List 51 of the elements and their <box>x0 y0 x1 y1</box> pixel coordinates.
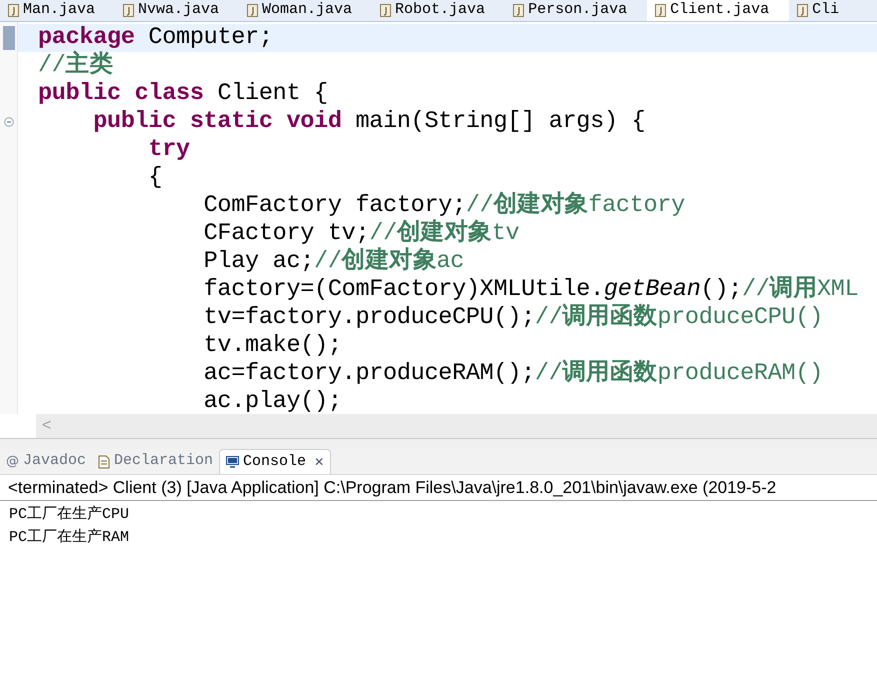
code-text: try <box>147 136 190 163</box>
code-text: ac=factory.produceRAM(); <box>202 360 535 387</box>
code-comment: //调用函数produceRAM() <box>534 360 823 387</box>
collapse-icon[interactable] <box>4 117 14 127</box>
code-text: getBean <box>604 276 701 303</box>
code-comment: //创建对象ac <box>314 248 464 275</box>
code-text: Computer; <box>147 24 273 51</box>
at-icon: @ <box>6 452 19 472</box>
code-text: factory=(ComFactory)XMLUtile. <box>202 276 604 303</box>
code-text: tv=factory.produceCPU(); <box>202 304 535 331</box>
view-tab[interactable]: Console ✕ <box>219 449 332 474</box>
editor-tab[interactable]: Nvwa.java <box>115 0 240 21</box>
code-text: tv.make(); <box>202 332 342 359</box>
code-text: package <box>38 24 135 51</box>
code-text: Play ac; <box>202 248 314 275</box>
code-text: ComFactory factory; <box>202 192 466 219</box>
editor-tab[interactable]: Cli <box>789 0 860 21</box>
document-icon <box>98 454 110 468</box>
code-text: main(String[] args) { <box>354 108 646 135</box>
code-text: { <box>147 164 162 191</box>
code-text: CFactory tv; <box>202 220 370 247</box>
java-file-icon <box>8 4 19 17</box>
marker-icon <box>2 26 14 50</box>
java-file-icon <box>123 4 134 17</box>
editor-tab[interactable]: Person.java <box>505 0 648 21</box>
console-output-line: PC工厂在生产CPU <box>9 504 130 525</box>
java-file-icon <box>797 4 808 17</box>
code-text: Client { <box>216 80 328 107</box>
console-output-line: PC工厂在生产RAM <box>9 528 130 548</box>
java-file-icon <box>380 4 392 17</box>
code-comment: //调用XML <box>742 276 858 303</box>
editor-tab[interactable]: Man.java <box>0 0 116 21</box>
java-file-icon <box>513 4 524 17</box>
java-file-icon <box>247 4 258 17</box>
code-comment: //创建对象tv <box>369 220 520 247</box>
code-comment: //调用函数produceCPU() <box>534 304 823 331</box>
view-tab[interactable]: @ Javadoc <box>0 449 92 474</box>
editor-tab[interactable]: Robot.java <box>372 0 506 21</box>
code-text: ac.play(); <box>202 388 342 414</box>
code-comment: //主类 <box>38 52 114 79</box>
java-file-icon <box>655 4 666 17</box>
code-text: public class <box>38 80 204 107</box>
monitor-icon <box>226 456 240 468</box>
console-header: <terminated> Client (3) [Java Application] C:\Program Files\Java\jre1.8.0_201\bin\javaw.exe (2019-5-2 <box>0 475 877 501</box>
code-comment: //创建对象factory <box>466 192 685 219</box>
close-icon[interactable]: ✕ <box>314 453 324 471</box>
code-text: (); <box>700 276 742 303</box>
view-tab[interactable]: Declaration <box>92 449 220 474</box>
editor-tab[interactable]: Woman.java <box>239 0 372 21</box>
editor-tab[interactable]: Client.java <box>647 0 790 21</box>
code-text: public static void <box>92 108 342 135</box>
